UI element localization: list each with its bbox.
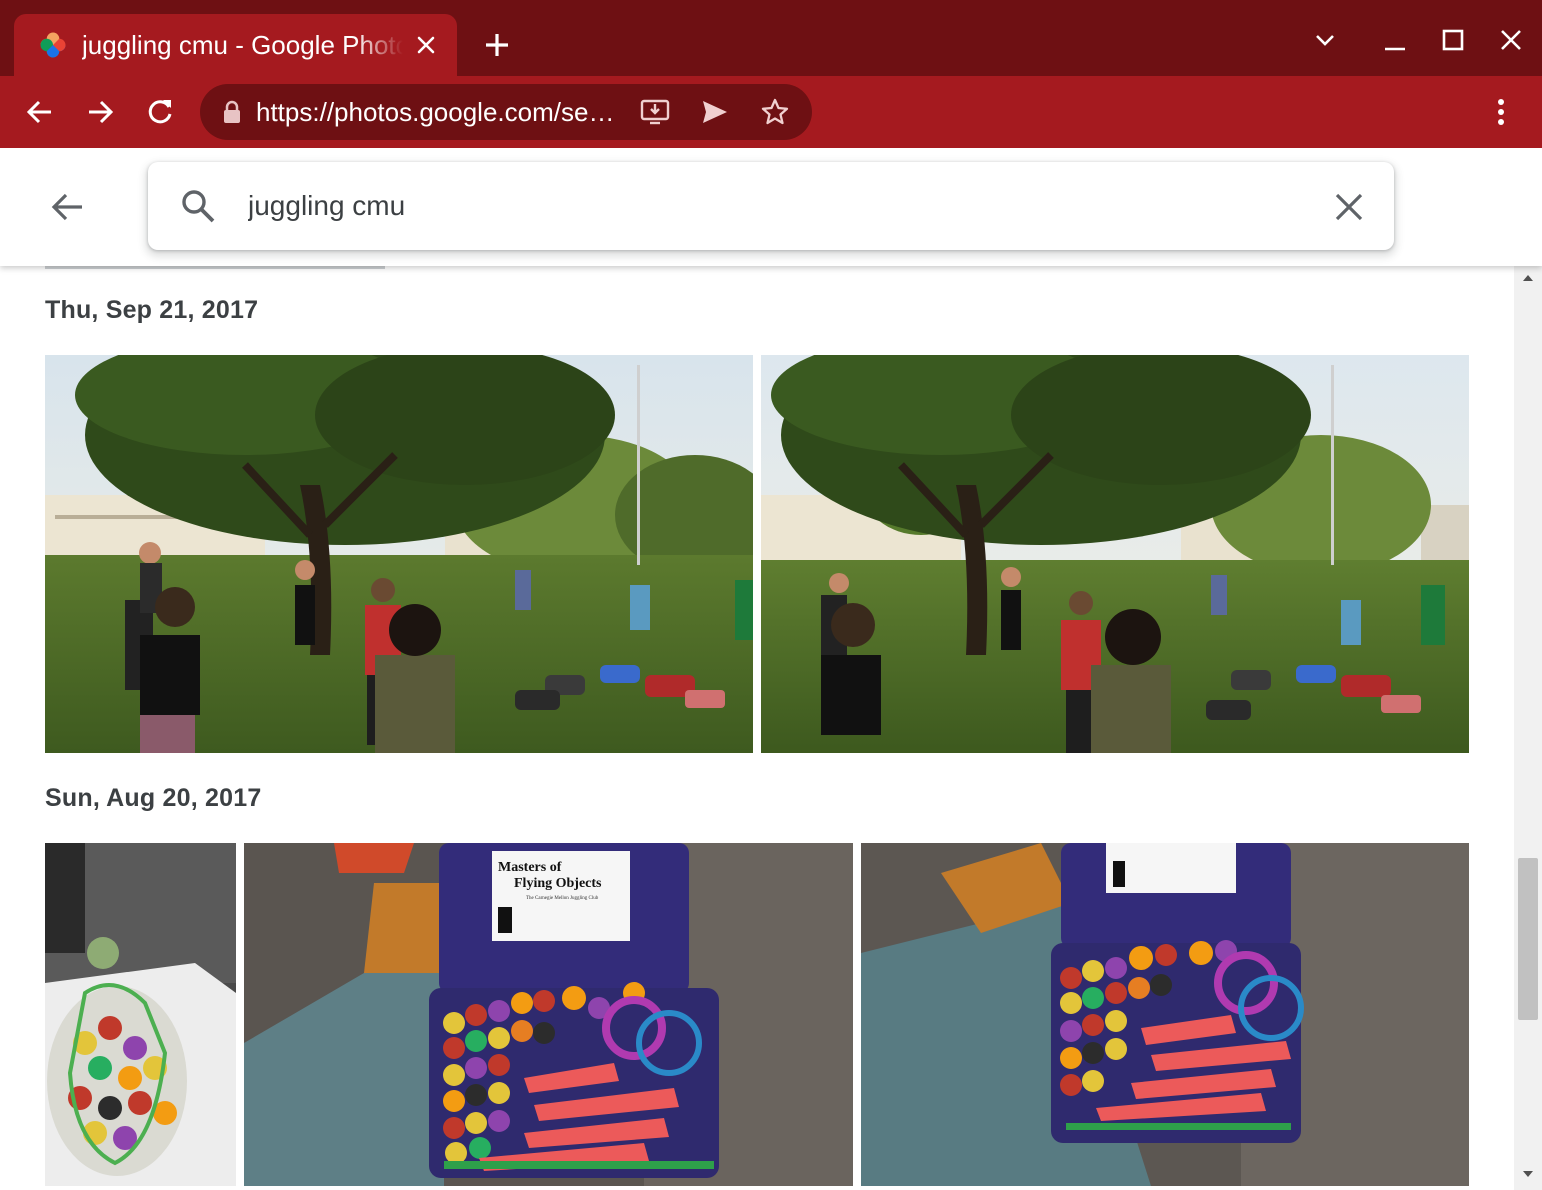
new-tab-plus-icon[interactable] (478, 26, 516, 64)
case-sign-line3: The Carnegie Mellon Juggling Club (526, 896, 599, 901)
photo-campus-juggling-1[interactable] (45, 355, 753, 753)
search-input[interactable] (248, 182, 1278, 230)
forward-arrow-icon[interactable] (76, 88, 124, 136)
tab-search-chevron-down-icon[interactable] (1300, 20, 1350, 60)
reload-icon[interactable] (136, 88, 184, 136)
clear-search-icon[interactable] (1326, 184, 1372, 230)
send-tab-icon[interactable] (692, 89, 738, 135)
maximize-icon[interactable] (1428, 20, 1478, 60)
install-app-icon[interactable] (632, 89, 678, 135)
search-box (148, 162, 1394, 250)
close-window-icon[interactable] (1486, 20, 1536, 60)
back-arrow-icon[interactable] (42, 182, 92, 232)
search-app-bar (0, 148, 1542, 266)
minimize-icon[interactable] (1370, 20, 1420, 60)
previous-row-sliver (45, 266, 385, 269)
tab-title: juggling cmu - Google Photos (82, 29, 403, 60)
lock-icon (224, 100, 240, 123)
browser-tab-strip: juggling cmu - Google Photos (0, 0, 1542, 76)
photo-prop-case-2[interactable] (861, 843, 1469, 1186)
photo-campus-juggling-2[interactable] (761, 355, 1469, 753)
search-icon[interactable] (176, 184, 220, 228)
address-bar[interactable]: https://photos.google.com/search/jugglin… (200, 84, 812, 140)
case-sign-line2: Flying Objects (514, 876, 602, 891)
page-scrollbar[interactable] (1514, 266, 1542, 1190)
scroll-down-arrow-icon[interactable] (1520, 1166, 1536, 1182)
search-results: Thu, Sep 21, 2017 Sun, Aug 20, 2017 Mast… (0, 266, 1514, 1190)
date-header: Sun, Aug 20, 2017 (45, 784, 262, 812)
bookmark-star-icon[interactable] (752, 89, 798, 135)
browser-toolbar: https://photos.google.com/search/jugglin… (0, 76, 1542, 148)
scrollbar-thumb[interactable] (1518, 858, 1538, 1020)
case-sign-line1: Masters of (498, 860, 562, 875)
photo-juggling-balls-bag[interactable] (45, 843, 236, 1186)
scroll-up-arrow-icon[interactable] (1520, 270, 1536, 286)
page-content: Thu, Sep 21, 2017 (0, 148, 1542, 1190)
tab-close-icon[interactable] (411, 30, 441, 60)
browser-menu-icon[interactable] (1478, 88, 1524, 136)
back-arrow-icon[interactable] (16, 88, 64, 136)
browser-tab[interactable]: juggling cmu - Google Photos (14, 14, 457, 76)
url-text: https://photos.google.com/search/jugglin… (256, 96, 618, 127)
photo-prop-case-1[interactable]: Masters of Flying Objects The Carnegie M… (244, 843, 853, 1186)
date-header: Thu, Sep 21, 2017 (45, 296, 259, 324)
google-photos-favicon-icon (40, 32, 66, 58)
